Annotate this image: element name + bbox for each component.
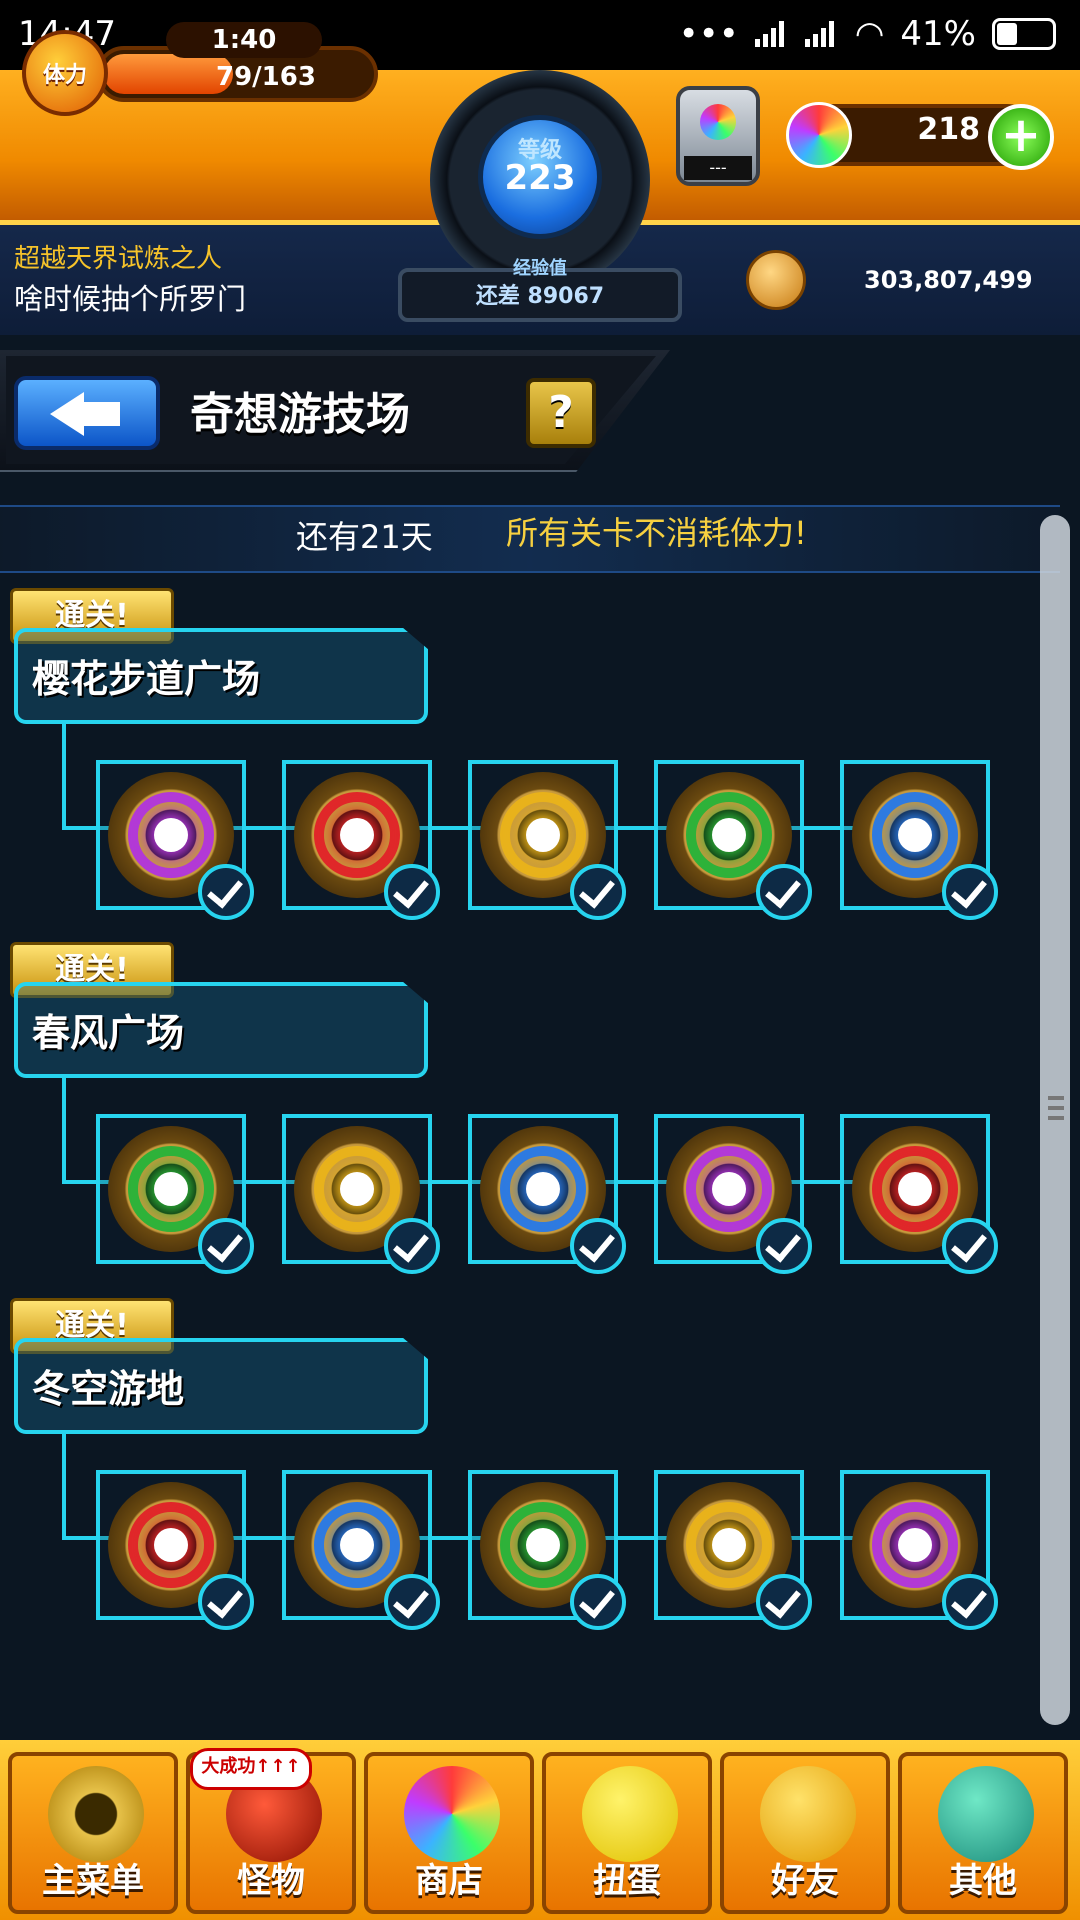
back-arrow-icon xyxy=(50,392,84,436)
area-name: 春风广场 xyxy=(32,1011,185,1055)
nav-tab-5[interactable]: 好友 xyxy=(720,1752,890,1914)
gem-count: 218 xyxy=(917,112,980,147)
exp-label: 经验值 xyxy=(513,258,567,279)
connector-line xyxy=(62,724,66,828)
cleared-check-icon xyxy=(942,1218,998,1274)
egg-icon xyxy=(582,1766,678,1862)
nav-tab-label: 怪物 xyxy=(237,1861,305,1901)
stage-gem xyxy=(154,818,188,852)
more-dots-icon: ••• xyxy=(678,14,739,54)
cleared-check-icon xyxy=(942,1574,998,1630)
nav-tab-4[interactable]: 扭蛋 xyxy=(542,1752,712,1914)
nav-tab-1[interactable]: 主菜单 xyxy=(8,1752,178,1914)
cleared-check-icon xyxy=(384,864,440,920)
cleared-check-icon xyxy=(198,864,254,920)
page-title: 奇想游技场 xyxy=(190,389,410,440)
cleared-check-icon xyxy=(570,1218,626,1274)
cleared-check-icon xyxy=(570,1574,626,1630)
stage-gem xyxy=(712,1528,746,1562)
gate-icon xyxy=(48,1766,144,1862)
stage-gem xyxy=(898,1528,932,1562)
cleared-check-icon xyxy=(942,864,998,920)
stamina-value: 79/163 xyxy=(216,62,316,92)
rainbow-orb-icon xyxy=(404,1766,500,1862)
player-name: 啥时候抽个所罗门 xyxy=(14,282,247,316)
notice-text: 所有关卡不消耗体力! xyxy=(506,514,807,552)
area-name: 冬空游地 xyxy=(32,1367,185,1411)
stage-gem xyxy=(340,1528,374,1562)
nav-tab-6[interactable]: 其他 xyxy=(898,1752,1068,1914)
stage-gem xyxy=(154,1172,188,1206)
connector-line xyxy=(62,1434,66,1538)
stage-1[interactable] xyxy=(96,760,254,920)
scrollbar-handle-icon[interactable] xyxy=(1048,1090,1064,1144)
cleared-check-icon xyxy=(756,864,812,920)
days-left: 还有21天 xyxy=(296,518,433,556)
wifi-icon: ◠ xyxy=(854,14,885,54)
stage-gem xyxy=(154,1528,188,1562)
stamina-icon: 体力 xyxy=(22,30,108,116)
stage-5[interactable] xyxy=(840,1114,998,1274)
connector-line xyxy=(62,1078,66,1182)
stage-4[interactable] xyxy=(654,1470,812,1630)
cleared-check-icon xyxy=(384,1218,440,1274)
stage-gem xyxy=(898,818,932,852)
stage-gem xyxy=(898,1172,932,1206)
stage-3[interactable] xyxy=(468,1114,626,1274)
nav-tab-label: 好友 xyxy=(771,1861,839,1901)
level-value: 223 xyxy=(504,158,576,198)
battery-icon xyxy=(992,18,1056,50)
help-button[interactable]: ? xyxy=(526,378,596,448)
stage-2[interactable] xyxy=(282,1470,440,1630)
coin-icon xyxy=(746,250,806,310)
stage-gem xyxy=(526,818,560,852)
cleared-check-icon xyxy=(570,864,626,920)
signal-icon xyxy=(754,21,789,47)
nav-tab-3[interactable]: 商店 xyxy=(364,1752,534,1914)
stage-5[interactable] xyxy=(840,1470,998,1630)
stage-4[interactable] xyxy=(654,760,812,920)
status-icons: ••• ◠ 41% xyxy=(679,14,1056,54)
stage-5[interactable] xyxy=(840,760,998,920)
add-gems-button[interactable]: + xyxy=(988,104,1054,170)
stage-2[interactable] xyxy=(282,760,440,920)
stage-1[interactable] xyxy=(96,1114,254,1274)
cleared-check-icon xyxy=(198,1574,254,1630)
stage-gem xyxy=(526,1172,560,1206)
nav-tab-label: 商店 xyxy=(415,1861,483,1901)
back-arrow-tail xyxy=(80,402,120,426)
cleared-check-icon xyxy=(384,1574,440,1630)
great-success-badge: 大成功↑↑↑ xyxy=(190,1748,312,1790)
friends-icon xyxy=(760,1766,856,1862)
cleared-check-icon xyxy=(756,1218,812,1274)
nav-tab-label: 主菜单 xyxy=(42,1861,144,1901)
cleared-check-icon xyxy=(756,1574,812,1630)
stage-gem xyxy=(340,1172,374,1206)
stage-gem xyxy=(712,1172,746,1206)
stamina-fill xyxy=(104,54,233,94)
stage-3[interactable] xyxy=(468,1470,626,1630)
stage-gem xyxy=(340,818,374,852)
battery-percent: 41% xyxy=(900,14,976,54)
stage-3[interactable] xyxy=(468,760,626,920)
rainbow-gem-icon xyxy=(786,102,852,168)
nav-tab-label: 扭蛋 xyxy=(593,1861,661,1901)
stage-2[interactable] xyxy=(282,1114,440,1274)
stage-gem xyxy=(712,818,746,852)
stage-4[interactable] xyxy=(654,1114,812,1274)
back-button[interactable] xyxy=(14,376,160,450)
stage-gem xyxy=(526,1528,560,1562)
orb-machine-label: --- xyxy=(684,156,752,180)
signal-icon-2 xyxy=(804,21,839,47)
question-icon xyxy=(938,1766,1034,1862)
stage-1[interactable] xyxy=(96,1470,254,1630)
exp-remaining: 还差 89067 xyxy=(475,284,605,309)
area-name: 樱花步道广场 xyxy=(32,657,261,701)
player-title: 超越天界试炼之人 xyxy=(14,244,223,274)
cleared-check-icon xyxy=(198,1218,254,1274)
nav-tab-label: 其他 xyxy=(949,1861,1017,1901)
stamina-timer: 1:40 xyxy=(166,22,322,58)
coin-value: 303,807,499 xyxy=(864,266,1033,294)
